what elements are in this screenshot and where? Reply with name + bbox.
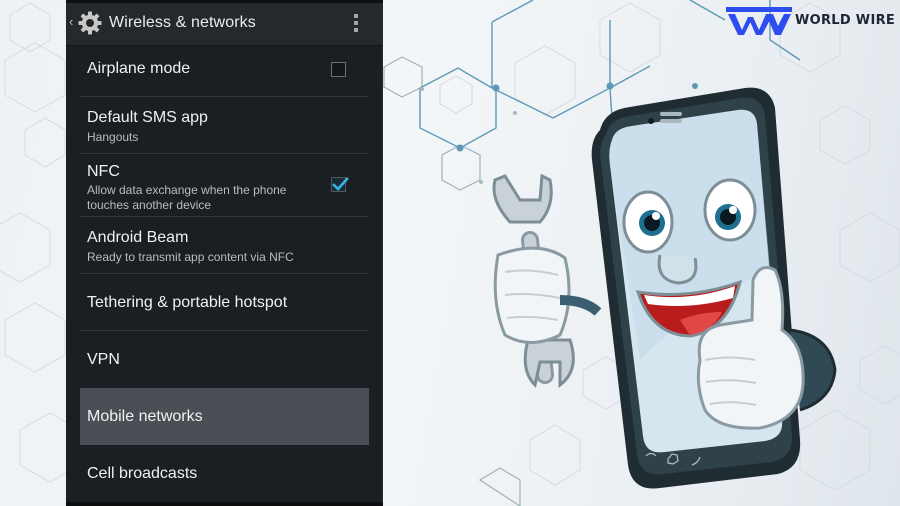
- action-bar: ‹ Wireless & networks: [66, 0, 383, 46]
- action-bar-title: Wireless & networks: [109, 14, 256, 31]
- setting-tethering[interactable]: Tethering & portable hotspot: [80, 274, 369, 331]
- setting-android-beam[interactable]: Android Beam Ready to transmit app conte…: [80, 217, 369, 274]
- nfc-checkbox[interactable]: [331, 177, 349, 192]
- wrench-icon: [492, 173, 602, 389]
- setting-title: Airplane mode: [87, 60, 191, 77]
- setting-title: Default SMS app: [87, 109, 208, 126]
- setting-airplane-mode[interactable]: Airplane mode: [80, 46, 369, 97]
- setting-subtitle-line2: touches another device: [87, 198, 212, 212]
- setting-title: NFC: [87, 163, 120, 180]
- checkmark-icon: [332, 177, 349, 191]
- world-wire-logo-mark-icon: [726, 7, 792, 35]
- gear-icon[interactable]: [77, 10, 103, 36]
- setting-subtitle: Hangouts: [87, 130, 139, 144]
- status-strip: [66, 0, 383, 3]
- android-settings-screen: ‹ Wireless & networks Airplane mode Defa…: [66, 0, 383, 506]
- settings-list: Airplane mode Default SMS app Hangouts N…: [80, 46, 369, 502]
- setting-title: Tethering & portable hotspot: [87, 294, 288, 311]
- setting-mobile-networks[interactable]: Mobile networks: [80, 388, 369, 445]
- setting-title: Android Beam: [87, 229, 189, 246]
- airplane-mode-checkbox[interactable]: [331, 62, 346, 77]
- chevron-left-icon[interactable]: ‹: [69, 15, 73, 29]
- setting-title: VPN: [87, 351, 120, 368]
- setting-title: Mobile networks: [87, 408, 203, 425]
- setting-cell-broadcasts[interactable]: Cell broadcasts: [80, 445, 369, 502]
- setting-title: Cell broadcasts: [87, 465, 198, 482]
- world-wire-logo: WORLD WIRE: [726, 4, 895, 36]
- setting-vpn[interactable]: VPN: [80, 331, 369, 388]
- setting-subtitle-line1: Allow data exchange when the phone: [87, 183, 287, 197]
- setting-nfc[interactable]: NFC Allow data exchange when the phone t…: [80, 154, 369, 217]
- overflow-menu-icon[interactable]: [353, 14, 359, 32]
- phone-mascot-illustration: [492, 87, 837, 489]
- setting-default-sms-app[interactable]: Default SMS app Hangouts: [80, 97, 369, 154]
- setting-subtitle: Ready to transmit app content via NFC: [87, 250, 294, 264]
- logo-text: WORLD WIRE: [795, 12, 896, 28]
- bottom-strip: [66, 502, 383, 506]
